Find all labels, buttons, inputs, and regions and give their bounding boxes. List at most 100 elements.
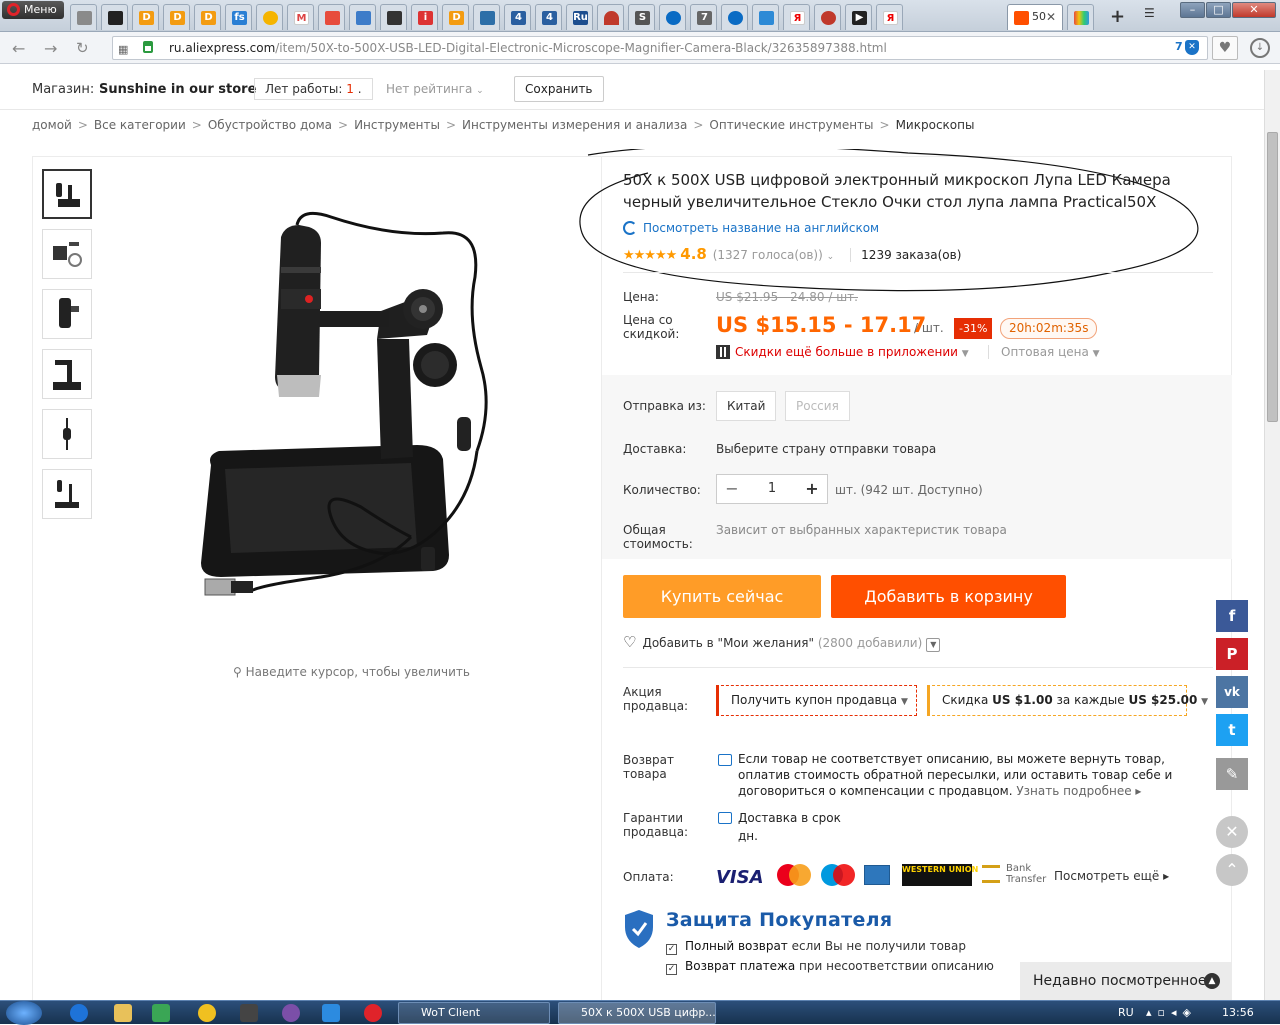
tab[interactable]	[1067, 4, 1094, 30]
close-tab-icon[interactable]: ✕	[1046, 10, 1056, 24]
system-tray-icons[interactable]: ▴▫◂◈	[1146, 1006, 1197, 1019]
scroll-top-icon[interactable]: ⌃	[1216, 854, 1248, 886]
page-scrollbar[interactable]	[1264, 70, 1280, 1000]
tab[interactable]: D	[194, 4, 221, 30]
maximize-button[interactable]: □	[1206, 2, 1231, 18]
back-icon[interactable]: ←	[12, 39, 25, 58]
url-field[interactable]: ▦ ru.aliexpress.com/item/50X-to-500X-USB…	[112, 36, 1208, 60]
tab[interactable]: S	[628, 4, 655, 30]
breadcrumb-current[interactable]: Микроскопы	[896, 118, 975, 132]
tab[interactable]	[256, 4, 283, 30]
get-coupon-dropdown[interactable]: Получить купон продавца ▼	[716, 685, 917, 716]
tab[interactable]	[380, 4, 407, 30]
facebook-icon[interactable]: f	[1216, 600, 1248, 632]
secure-lock-icon[interactable]	[143, 41, 153, 53]
tab[interactable]	[101, 4, 128, 30]
tab[interactable]: 7	[690, 4, 717, 30]
tab[interactable]: fs	[225, 4, 252, 30]
view-english-title-link[interactable]: Посмотреть название на английском	[623, 221, 879, 235]
tab[interactable]: Я	[876, 4, 903, 30]
speed-dial-icon[interactable]: ▦	[118, 43, 128, 56]
tab[interactable]	[721, 4, 748, 30]
votes-count[interactable]: (1327 голоса(ов))	[713, 248, 823, 262]
thumbnail[interactable]	[42, 289, 92, 339]
taskbar-task-opera[interactable]: 50X к 500X USB цифр...	[558, 1002, 716, 1024]
bookmark-heart-icon[interactable]: ♥	[1212, 36, 1238, 60]
thumbnail[interactable]	[42, 169, 92, 219]
minimize-button[interactable]: –	[1180, 2, 1205, 18]
tab-menu-icon[interactable]: ☰	[1144, 6, 1155, 20]
ship-from-china-option[interactable]: Китай	[716, 391, 777, 421]
tab[interactable]: D	[163, 4, 190, 30]
vk-icon[interactable]: vk	[1216, 676, 1248, 708]
tab[interactable]: D	[132, 4, 159, 30]
product-main-image[interactable]	[181, 207, 561, 610]
tab[interactable]	[814, 4, 841, 30]
add-to-wishlist-link[interactable]: ♡ Добавить в "Мои желания" (2800 добавили…	[623, 633, 941, 652]
breadcrumb-item[interactable]: Обустройство дома	[208, 118, 332, 132]
tab[interactable]: ▶	[845, 4, 872, 30]
tab[interactable]	[597, 4, 624, 30]
ie-icon[interactable]	[70, 1004, 88, 1022]
tab[interactable]	[473, 4, 500, 30]
close-window-button[interactable]: ✕	[1232, 2, 1276, 18]
viber-icon[interactable]	[282, 1004, 300, 1022]
tab[interactable]: 4	[504, 4, 531, 30]
thumbnail[interactable]	[42, 409, 92, 459]
chevron-down-icon[interactable]: ⌄	[827, 252, 835, 262]
breadcrumb-home[interactable]: домой	[32, 118, 72, 132]
app-icon[interactable]	[322, 1004, 340, 1022]
ship-from-russia-option[interactable]: Россия	[785, 391, 850, 421]
breadcrumb-item[interactable]: Инструменты измерения и анализа	[462, 118, 687, 132]
breadcrumb-item[interactable]: Оптические инструменты	[709, 118, 873, 132]
tab[interactable]	[349, 4, 376, 30]
new-tab-button[interactable]: +	[1110, 6, 1125, 27]
forward-icon[interactable]: →	[44, 39, 57, 58]
rating-stars[interactable]: ★★★★★	[623, 248, 677, 263]
thumbnail[interactable]	[42, 349, 92, 399]
scrollbar-thumb[interactable]	[1267, 132, 1278, 422]
tab[interactable]: Я	[783, 4, 810, 30]
url-text[interactable]: ru.aliexpress.com/item/50X-to-500X-USB-L…	[169, 41, 887, 55]
start-button[interactable]	[6, 1001, 42, 1025]
add-to-cart-button[interactable]: Добавить в корзину	[831, 575, 1066, 618]
app-discount-link[interactable]: Скидки ещё больше в приложении ▼	[716, 345, 969, 359]
tab[interactable]	[70, 4, 97, 30]
close-icon[interactable]: ✕	[1216, 816, 1248, 848]
taskbar-task-wot[interactable]: WoT Client	[398, 1002, 550, 1024]
chevron-down-icon[interactable]: ▼	[926, 638, 941, 652]
tab-aliexpress-active[interactable]: 50 ✕	[1007, 4, 1063, 30]
quantity-decrease-button[interactable]: −	[717, 475, 747, 503]
tab[interactable]	[752, 4, 779, 30]
save-store-button[interactable]: Сохранить	[514, 76, 604, 102]
store-years-badge[interactable]: Лет работы: 1 .	[254, 78, 373, 100]
thumbnail[interactable]	[42, 469, 92, 519]
app-icon[interactable]	[152, 1004, 170, 1022]
wholesale-price-dropdown[interactable]: Оптовая цена ▼	[988, 345, 1100, 359]
clock[interactable]: 13:56	[1222, 1006, 1254, 1019]
tab[interactable]	[659, 4, 686, 30]
store-rating-dropdown[interactable]: Нет рейтинга ⌄	[386, 82, 484, 96]
tab[interactable]: 4	[535, 4, 562, 30]
app-icon[interactable]	[198, 1004, 216, 1022]
breadcrumb-item[interactable]: Инструменты	[354, 118, 440, 132]
tab[interactable]: Ru	[566, 4, 593, 30]
tab[interactable]: i	[411, 4, 438, 30]
twitter-icon[interactable]: t	[1216, 714, 1248, 746]
opera-menu-button[interactable]: Меню	[2, 1, 64, 19]
opera-icon[interactable]	[364, 1004, 382, 1022]
store-name-link[interactable]: Sunshine in our store	[99, 82, 256, 97]
tab[interactable]: D	[442, 4, 469, 30]
quantity-increase-button[interactable]: +	[797, 475, 827, 503]
language-indicator[interactable]: RU	[1118, 1006, 1134, 1019]
more-payments-link[interactable]: Посмотреть ещё ▸	[1054, 869, 1169, 883]
app-icon[interactable]	[240, 1004, 258, 1022]
tab[interactable]: M	[287, 4, 314, 30]
recently-viewed-bar[interactable]: Недавно посмотренное ▲	[1020, 962, 1232, 1000]
pinterest-icon[interactable]: P	[1216, 638, 1248, 670]
reload-icon[interactable]: ↻	[76, 39, 89, 57]
learn-more-link[interactable]: Узнать подробнее ▸	[1016, 784, 1141, 798]
thumbnail[interactable]	[42, 229, 92, 279]
adblock-shield-icon[interactable]: ✕	[1185, 40, 1199, 55]
download-icon[interactable]: ↓	[1250, 38, 1270, 58]
